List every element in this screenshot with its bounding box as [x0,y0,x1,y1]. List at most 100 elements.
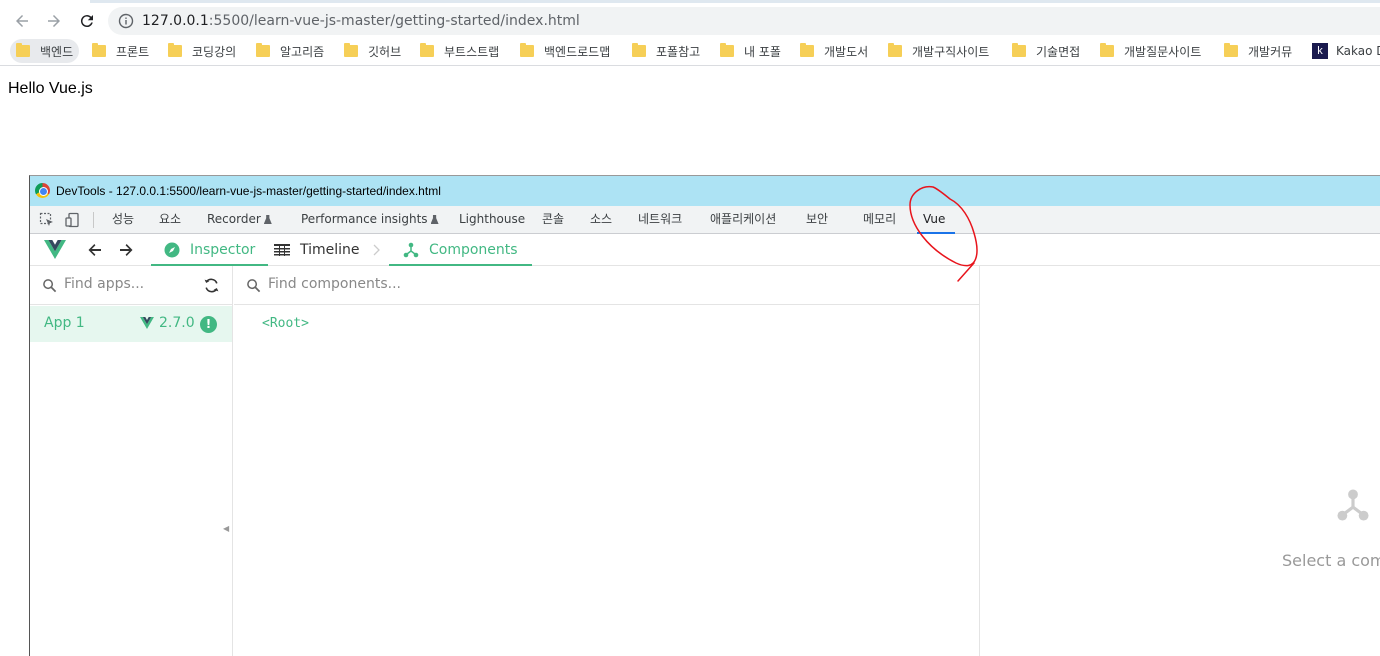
find-components-input[interactable] [268,276,868,292]
tab-recorder[interactable]: Recorder [207,206,272,234]
bookmark-item[interactable]: 내 포폴 [714,39,787,63]
tab-performance-insights-label: Performance insights [301,212,428,226]
back-button[interactable] [10,9,34,33]
component-tree-icon [1337,489,1369,521]
bookmark-item[interactable]: k Kakao D [1306,39,1380,63]
tab-console[interactable]: 콘솔 [542,206,564,234]
find-apps-input[interactable] [64,276,194,292]
bookmark-label: 개발도서 [824,44,869,59]
bookmark-label: 개발질문사이트 [1124,44,1202,59]
bookmark-label: 백엔드 [40,44,74,59]
bookmark-item[interactable]: 백엔드로드맵 [514,39,616,63]
vue-devtools-toolbar: Inspector Timeline Components [30,234,1380,266]
folder-icon [256,43,270,57]
bookmark-item[interactable]: 개발구직사이트 [882,39,995,63]
app-version: 2.7.0 [140,315,195,331]
bookmark-item[interactable]: 프론트 [86,39,155,63]
tab-vue[interactable]: Vue [916,206,956,234]
find-apps-bar [30,266,232,305]
address-bar[interactable]: 127.0.0.1:5500/learn-vue-js-master/getti… [108,7,1380,35]
search-icon [247,279,261,293]
bookmark-item[interactable]: 부트스트랩 [414,39,505,63]
bookmark-item[interactable]: 기술면접 [1006,39,1086,63]
devtools-window: DevTools - 127.0.0.1:5500/learn-vue-js-m… [29,175,1380,656]
tab-sources[interactable]: 소스 [590,206,612,234]
info-icon[interactable] [118,13,134,29]
bookmark-item[interactable]: 개발질문사이트 [1094,39,1207,63]
bookmark-label: 포폴참고 [656,44,701,59]
bookmark-item[interactable]: 포폴참고 [626,39,706,63]
tab-performance-insights[interactable]: Performance insights [301,206,439,234]
folder-icon [16,43,30,57]
folder-icon [720,43,734,57]
app-version-number: 2.7.0 [159,315,195,331]
tab-inspector[interactable]: Inspector [151,234,269,266]
bookmark-item[interactable]: 백엔드 [10,39,80,63]
window-top-edge [0,0,1380,3]
tab-timeline[interactable]: Timeline [274,234,360,265]
tab-network[interactable]: 네트워크 [638,206,682,234]
find-components-bar [234,266,979,305]
chevron-right-icon [373,244,380,256]
bookmark-item[interactable]: 깃허브 [338,39,407,63]
bookmark-label: 백엔드로드맵 [544,44,611,59]
refresh-icon[interactable] [203,277,220,294]
arrow-left-icon[interactable] [87,242,103,258]
bookmark-item[interactable]: 개발커뮤 [1218,39,1298,63]
reload-icon [80,15,93,28]
bookmark-item[interactable]: 알고리즘 [250,39,330,63]
folder-icon [92,43,106,57]
browser-toolbar: 127.0.0.1:5500/learn-vue-js-master/getti… [0,4,1380,36]
arrow-left-icon [16,15,28,27]
collapse-pane-handle[interactable]: ◀ [223,524,229,533]
device-toolbar-icon[interactable] [65,212,81,228]
folder-icon [1100,43,1114,57]
element-picker-icon[interactable] [39,212,55,228]
timeline-icon [274,243,290,257]
bookmark-label: 부트스트랩 [444,44,500,59]
folder-icon [520,43,534,57]
reload-button[interactable] [75,9,99,33]
bookmark-item[interactable]: 코딩강의 [162,39,242,63]
tab-security[interactable]: 보안 [806,206,828,234]
compass-icon [164,242,180,258]
folder-icon [1224,43,1238,57]
bookmark-label: 깃허브 [368,44,402,59]
tab-elements[interactable]: 요소 [159,206,181,234]
component-state-pane: Select a comp [981,266,1380,656]
toolbar-divider [93,212,94,228]
tab-components-label: Components [429,241,518,258]
devtools-tab-bar: 성능 요소 Recorder Performance insights Ligh… [30,206,1380,234]
bookmark-item[interactable]: 개발도서 [794,39,874,63]
app-list-item[interactable]: App 1 2.7.0 ! [30,306,232,342]
url-text[interactable]: 127.0.0.1:5500/learn-vue-js-master/getti… [142,13,580,29]
folder-icon [800,43,814,57]
apps-pane: App 1 2.7.0 ! ◀ [30,266,233,656]
bookmark-label: 기술면접 [1036,44,1081,59]
folder-icon [1012,43,1026,57]
arrow-right-icon[interactable] [118,242,134,258]
chrome-logo-icon [35,183,50,198]
components-tree-pane: <Root> [234,266,980,656]
vue-logo-icon [140,317,154,329]
tab-application[interactable]: 애플리케이션 [710,206,776,234]
folder-icon [168,43,182,57]
folder-icon [888,43,902,57]
app-name: App 1 [44,315,85,331]
url-host: 127.0.0.1 [142,13,209,29]
url-path: :5500/learn-vue-js-master/getting-starte… [208,13,580,29]
tab-memory[interactable]: 메모리 [863,206,896,234]
bookmark-label: Kakao D [1336,44,1380,58]
component-tree-node-root[interactable]: <Root> [262,316,309,331]
kakao-icon: k [1312,43,1328,59]
component-tree-icon [403,242,419,258]
vue-logo-icon[interactable] [44,240,66,260]
tab-recorder-label: Recorder [207,212,261,226]
bookmark-label: 프론트 [116,44,150,59]
forward-button[interactable] [42,9,66,33]
folder-icon [344,43,358,57]
warning-icon[interactable]: ! [200,316,217,333]
tab-lighthouse[interactable]: Lighthouse [459,206,525,234]
tab-components[interactable]: Components [389,234,532,266]
tab-performance[interactable]: 성능 [112,206,134,234]
